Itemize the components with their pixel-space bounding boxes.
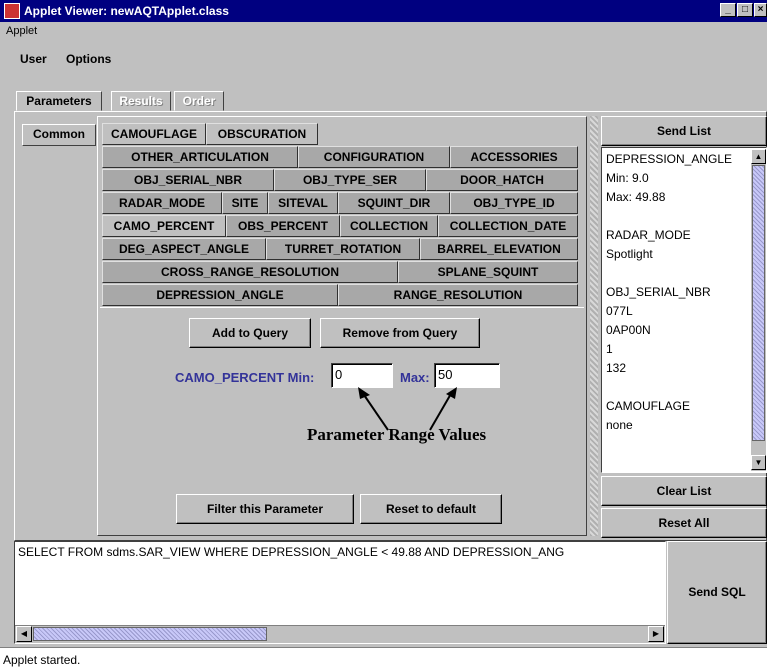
filter-parameter-button[interactable]: Filter this Parameter (176, 494, 354, 524)
param-tab-site[interactable]: SITE (222, 192, 268, 214)
param-tab-obj-type-ser[interactable]: OBJ_TYPE_SER (274, 169, 426, 191)
list-item: Max: 49.88 (606, 190, 666, 204)
range-min-label: CAMO_PERCENT Min: (175, 370, 315, 385)
param-tab-obs-percent[interactable]: OBS_PERCENT (226, 215, 340, 237)
annotation-label: Parameter Range Values (307, 425, 487, 444)
scroll-right-icon[interactable]: ▶ (648, 626, 664, 642)
arrowhead-min (358, 387, 370, 399)
close-icon[interactable]: × (754, 3, 767, 17)
list-item: CAMOUFLAGE (606, 399, 691, 413)
scroll-down-icon[interactable]: ▼ (751, 455, 766, 470)
param-tab-splane-squint[interactable]: SPLANE_SQUINT (398, 261, 578, 283)
param-tab-configuration[interactable]: CONFIGURATION (298, 146, 450, 168)
tab-parameters[interactable]: Parameters (16, 91, 102, 111)
list-item: 0AP00N (606, 323, 651, 337)
reset-default-button[interactable]: Reset to default (360, 494, 502, 524)
param-tab-obj-serial-nbr[interactable]: OBJ_SERIAL_NBR (102, 169, 274, 191)
param-tab-collection[interactable]: COLLECTION (340, 215, 438, 237)
range-max-label: Max: (400, 370, 430, 385)
list-item: RADAR_MODE (606, 228, 691, 242)
tab-order[interactable]: Order (174, 91, 224, 111)
param-tab-collection-date[interactable]: COLLECTION_DATE (438, 215, 578, 237)
tab-results[interactable]: Results (111, 91, 171, 111)
minimize-icon[interactable]: _ (720, 3, 736, 17)
applet-menubar: Applet (0, 22, 767, 40)
sql-text: SELECT FROM sdms.SAR_VIEW WHERE DEPRESSI… (18, 545, 565, 559)
param-tab-other-articulation[interactable]: OTHER_ARTICULATION (102, 146, 298, 168)
send-list-button[interactable]: Send List (601, 116, 767, 146)
param-tab-depression-angle[interactable]: DEPRESSION_ANGLE (102, 284, 338, 306)
list-item: 1 (606, 342, 613, 356)
param-tab-camo-percent[interactable]: CAMO_PERCENT (102, 215, 226, 237)
list-scroll-thumb[interactable] (752, 165, 765, 441)
list-item: none (606, 418, 633, 432)
user-menubar (0, 40, 767, 88)
status-text: Applet started. (3, 653, 81, 667)
arrowhead-max (446, 387, 457, 399)
applet-viewer-icon (4, 3, 20, 19)
menu-options[interactable]: Options (66, 52, 111, 66)
list-item: Min: 9.0 (606, 171, 649, 185)
window-title: Applet Viewer: newAQTApplet.class (24, 4, 229, 18)
param-tab-obj-type-id[interactable]: OBJ_TYPE_ID (450, 192, 578, 214)
param-tab-camouflage[interactable]: CAMOUFLAGE (102, 123, 206, 145)
list-item: 077L (606, 304, 633, 318)
list-item: 132 (606, 361, 627, 375)
param-tab-squint-dir[interactable]: SQUINT_DIR (338, 192, 450, 214)
tab-common[interactable]: Common (22, 124, 96, 146)
param-tab-radar-mode[interactable]: RADAR_MODE (102, 192, 222, 214)
param-tab-door-hatch[interactable]: DOOR_HATCH (426, 169, 578, 191)
query-list[interactable]: DEPRESSION_ANGLE Min: 9.0 Max: 49.88 RADA… (601, 147, 767, 473)
scroll-left-icon[interactable]: ◀ (16, 626, 32, 642)
param-tab-barrel-elevation[interactable]: BARREL_ELEVATION (420, 238, 578, 260)
reset-all-button[interactable]: Reset All (601, 508, 767, 538)
clear-list-button[interactable]: Clear List (601, 476, 767, 506)
send-sql-button[interactable]: Send SQL (667, 541, 767, 644)
maximize-icon[interactable]: □ (737, 3, 753, 17)
add-to-query-button[interactable]: Add to Query (189, 318, 311, 348)
param-tab-deg-aspect-angle[interactable]: DEG_ASPECT_ANGLE (102, 238, 266, 260)
param-tab-accessories[interactable]: ACCESSORIES (450, 146, 578, 168)
list-item: OBJ_SERIAL_NBR (606, 285, 711, 299)
vertical-splitter[interactable] (590, 116, 598, 536)
param-tab-siteval[interactable]: SITEVAL (268, 192, 338, 214)
param-tab-obscuration[interactable]: OBSCURATION (206, 123, 318, 145)
menu-applet[interactable]: Applet (6, 25, 37, 37)
scroll-up-icon[interactable]: ▲ (751, 149, 766, 164)
param-tab-turret-rotation[interactable]: TURRET_ROTATION (266, 238, 420, 260)
menu-user[interactable]: User (20, 52, 47, 66)
status-bar: Applet started. (0, 647, 767, 671)
list-item: DEPRESSION_ANGLE (606, 152, 733, 166)
window-title-bar[interactable]: Applet Viewer: newAQTApplet.class (0, 0, 767, 22)
param-tab-range-resolution[interactable]: RANGE_RESOLUTION (338, 284, 578, 306)
param-tab-cross-range-resolution[interactable]: CROSS_RANGE_RESOLUTION (102, 261, 398, 283)
sql-scroll-thumb[interactable] (33, 627, 267, 641)
remove-from-query-button[interactable]: Remove from Query (320, 318, 480, 348)
list-item: Spotlight (606, 247, 653, 261)
